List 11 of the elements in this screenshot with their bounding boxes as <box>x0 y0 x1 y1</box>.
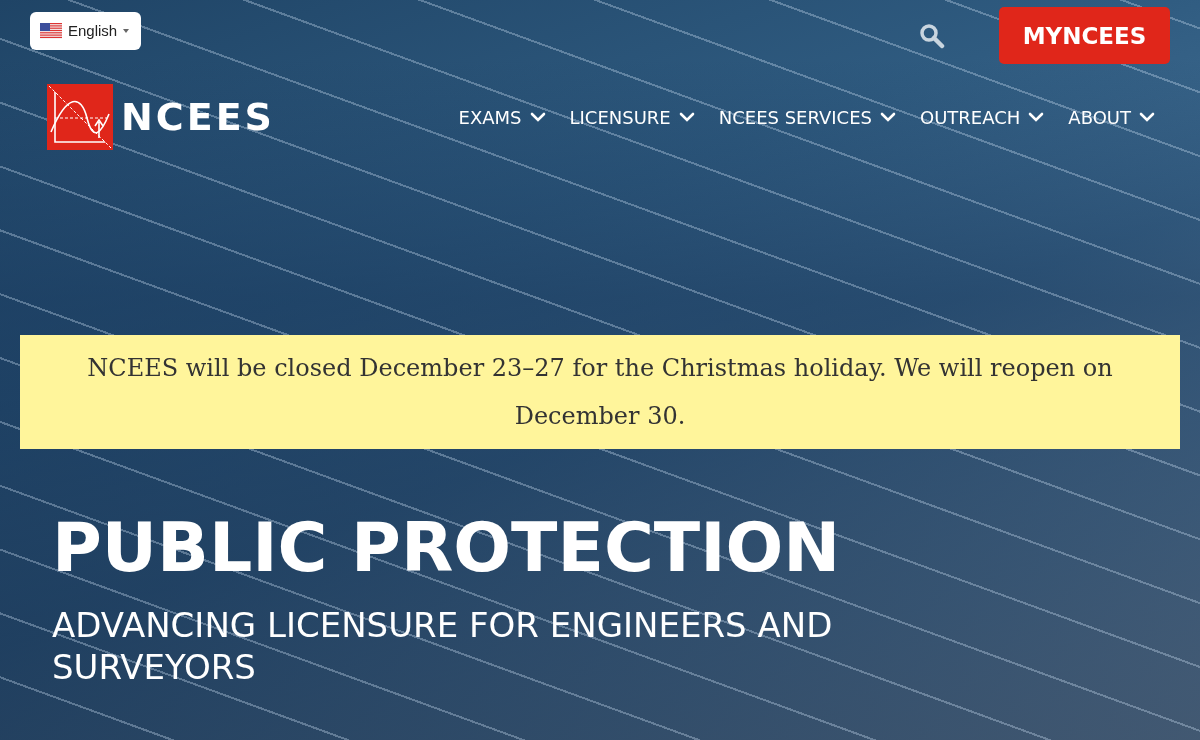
hero-title: PUBLIC PROTECTION <box>52 511 842 586</box>
nav-menu-item[interactable]: OUTREACH <box>920 106 1045 128</box>
nav-menu-item[interactable]: LICENSURE <box>569 106 695 128</box>
nav-menu-item[interactable]: EXAMS <box>458 106 546 128</box>
hero-subtitle: ADVANCING LICENSURE FOR ENGINEERS AND SURVEYORS <box>52 603 834 688</box>
language-selector[interactable]: English <box>30 11 142 50</box>
nav-menu-item[interactable]: ABOUT <box>1068 106 1155 128</box>
logo-text[interactable]: NCEES <box>121 95 275 139</box>
holiday-notice-banner: NCEES will be closed December 23–27 for the Christmas holiday. We will reopen on December 30. <box>20 335 1180 449</box>
myncees-button[interactable]: MYNCEES <box>999 7 1170 64</box>
nav-menu-item[interactable]: NCEES SERVICES <box>718 106 896 128</box>
